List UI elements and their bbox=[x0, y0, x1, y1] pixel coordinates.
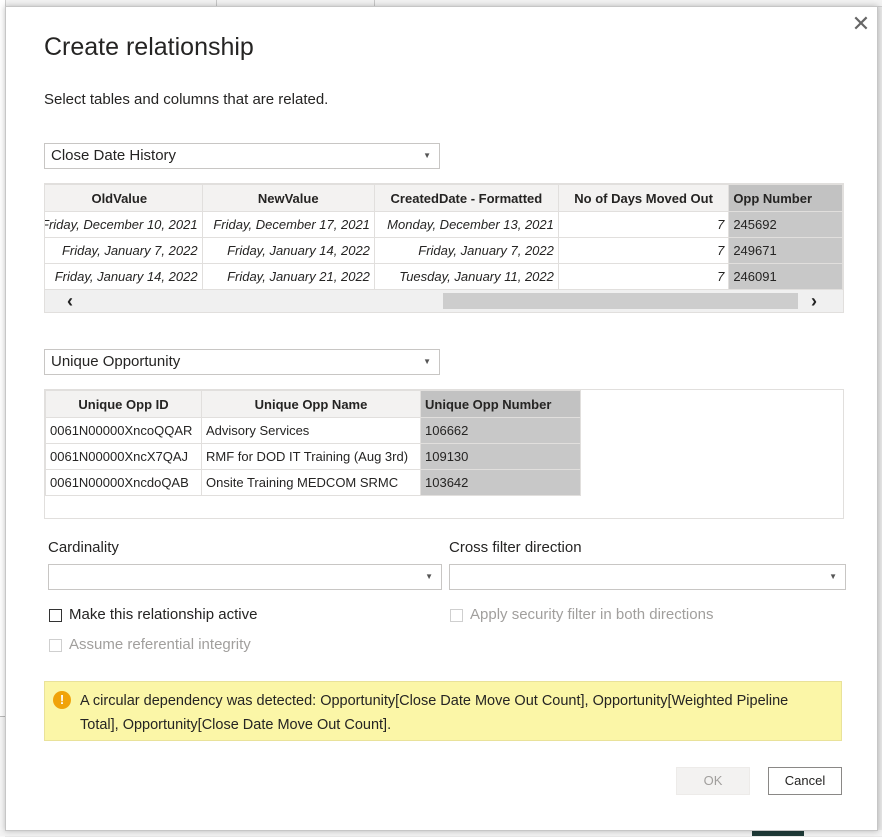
table2-preview: Unique Opp ID Unique Opp Name Unique Opp… bbox=[44, 389, 844, 519]
column-header-selected[interactable]: Unique Opp Number bbox=[420, 390, 581, 418]
cancel-button[interactable]: Cancel bbox=[768, 767, 842, 795]
table-row: Friday, January 14, 2022 Friday, January… bbox=[45, 263, 843, 290]
table-cell[interactable]: Friday, January 21, 2022 bbox=[201, 263, 375, 290]
referential-integrity-checkbox[interactable] bbox=[49, 639, 62, 652]
table-cell[interactable]: 7 bbox=[557, 263, 730, 290]
column-header[interactable]: No of Days Moved Out bbox=[557, 184, 730, 212]
table-cell[interactable]: Friday, January 7, 2022 bbox=[45, 237, 203, 264]
table-cell[interactable]: 245692 bbox=[728, 211, 843, 238]
table2-header-row: Unique Opp ID Unique Opp Name Unique Opp… bbox=[45, 390, 581, 418]
table-cell[interactable]: 7 bbox=[557, 211, 730, 238]
active-checkbox[interactable] bbox=[49, 609, 62, 622]
table-cell[interactable]: 0061N00000XncdoQAB bbox=[45, 469, 202, 496]
table1-preview: OldValue NewValue CreatedDate - Formatte… bbox=[44, 183, 844, 313]
table-cell[interactable]: Advisory Services bbox=[201, 417, 421, 444]
table-cell[interactable]: 103642 bbox=[420, 469, 581, 496]
scrollbar-thumb[interactable] bbox=[443, 293, 798, 309]
table-row: Friday, January 7, 2022 Friday, January … bbox=[45, 237, 843, 264]
table-cell[interactable]: RMF for DOD IT Training (Aug 3rd) bbox=[201, 443, 421, 470]
table1-header-row: OldValue NewValue CreatedDate - Formatte… bbox=[45, 184, 843, 212]
referential-integrity-label: Assume referential integrity bbox=[69, 636, 251, 653]
cross-filter-select[interactable]: ▼ bbox=[449, 564, 846, 590]
security-filter-label: Apply security filter in both directions bbox=[470, 606, 714, 623]
table1-select[interactable]: Close Date History ▼ bbox=[44, 143, 440, 169]
column-header[interactable]: Unique Opp ID bbox=[45, 390, 202, 418]
table-row: 0061N00000XncX7QAJ RMF for DOD IT Traini… bbox=[45, 443, 581, 470]
table-cell[interactable]: Monday, December 13, 2021 bbox=[373, 211, 559, 238]
warning-text: A circular dependency was detected: Oppo… bbox=[80, 693, 789, 733]
column-header-selected[interactable]: Opp Number bbox=[728, 184, 843, 212]
ok-button[interactable]: OK bbox=[676, 767, 750, 795]
column-header[interactable]: NewValue bbox=[201, 184, 375, 212]
table-cell[interactable]: 7 bbox=[557, 237, 730, 264]
table-cell[interactable]: 246091 bbox=[728, 263, 843, 290]
cardinality-select[interactable]: ▼ bbox=[48, 564, 442, 590]
table-cell[interactable]: 109130 bbox=[420, 443, 581, 470]
cross-filter-label: Cross filter direction bbox=[449, 539, 582, 556]
chevron-right-icon[interactable]: › bbox=[803, 290, 825, 312]
warning-icon: ! bbox=[53, 691, 71, 709]
chevron-down-icon: ▼ bbox=[423, 151, 431, 160]
column-header[interactable]: OldValue bbox=[45, 184, 203, 212]
column-header[interactable]: CreatedDate - Formatted bbox=[373, 184, 559, 212]
table2-select-value: Unique Opportunity bbox=[51, 353, 181, 370]
table1-select-value: Close Date History bbox=[51, 147, 177, 164]
chevron-down-icon: ▼ bbox=[829, 572, 837, 581]
table-cell[interactable]: Friday, December 10, 2021 bbox=[45, 211, 203, 238]
table-cell[interactable]: 249671 bbox=[728, 237, 843, 264]
table-row: Friday, December 10, 2021 Friday, Decemb… bbox=[45, 211, 843, 238]
table-cell[interactable]: Tuesday, January 11, 2022 bbox=[373, 263, 559, 290]
table-cell[interactable]: 106662 bbox=[420, 417, 581, 444]
table-row: 0061N00000XncdoQAB Onsite Training MEDCO… bbox=[45, 469, 581, 496]
chevron-left-icon[interactable]: ‹ bbox=[59, 290, 81, 312]
chevron-down-icon: ▼ bbox=[425, 572, 433, 581]
create-relationship-dialog: ✕ Create relationship Select tables and … bbox=[5, 6, 878, 831]
table2-grid: Unique Opp ID Unique Opp Name Unique Opp… bbox=[45, 390, 581, 496]
active-checkbox-label[interactable]: Make this relationship active bbox=[69, 606, 257, 623]
table-cell[interactable]: 0061N00000XncX7QAJ bbox=[45, 443, 202, 470]
table-cell[interactable]: Friday, January 14, 2022 bbox=[45, 263, 203, 290]
warning-banner: ! A circular dependency was detected: Op… bbox=[44, 681, 842, 741]
security-filter-checkbox[interactable] bbox=[450, 609, 463, 622]
chevron-down-icon: ▼ bbox=[423, 357, 431, 366]
horizontal-scrollbar[interactable]: ‹ › bbox=[45, 290, 843, 312]
table2-select[interactable]: Unique Opportunity ▼ bbox=[44, 349, 440, 375]
close-icon[interactable]: ✕ bbox=[850, 13, 872, 35]
column-header[interactable]: Unique Opp Name bbox=[201, 390, 421, 418]
dialog-title: Create relationship bbox=[44, 33, 254, 61]
table-cell[interactable]: Friday, December 17, 2021 bbox=[201, 211, 375, 238]
table-cell[interactable]: Onsite Training MEDCOM SRMC bbox=[201, 469, 421, 496]
cardinality-label: Cardinality bbox=[48, 539, 119, 556]
table-cell[interactable]: Friday, January 14, 2022 bbox=[201, 237, 375, 264]
table-cell[interactable]: 0061N00000XncoQQAR bbox=[45, 417, 202, 444]
table-row: 0061N00000XncoQQAR Advisory Services 106… bbox=[45, 417, 581, 444]
table-cell[interactable]: Friday, January 7, 2022 bbox=[373, 237, 559, 264]
table1-grid: OldValue NewValue CreatedDate - Formatte… bbox=[45, 184, 843, 290]
dialog-subtitle: Select tables and columns that are relat… bbox=[44, 91, 329, 108]
